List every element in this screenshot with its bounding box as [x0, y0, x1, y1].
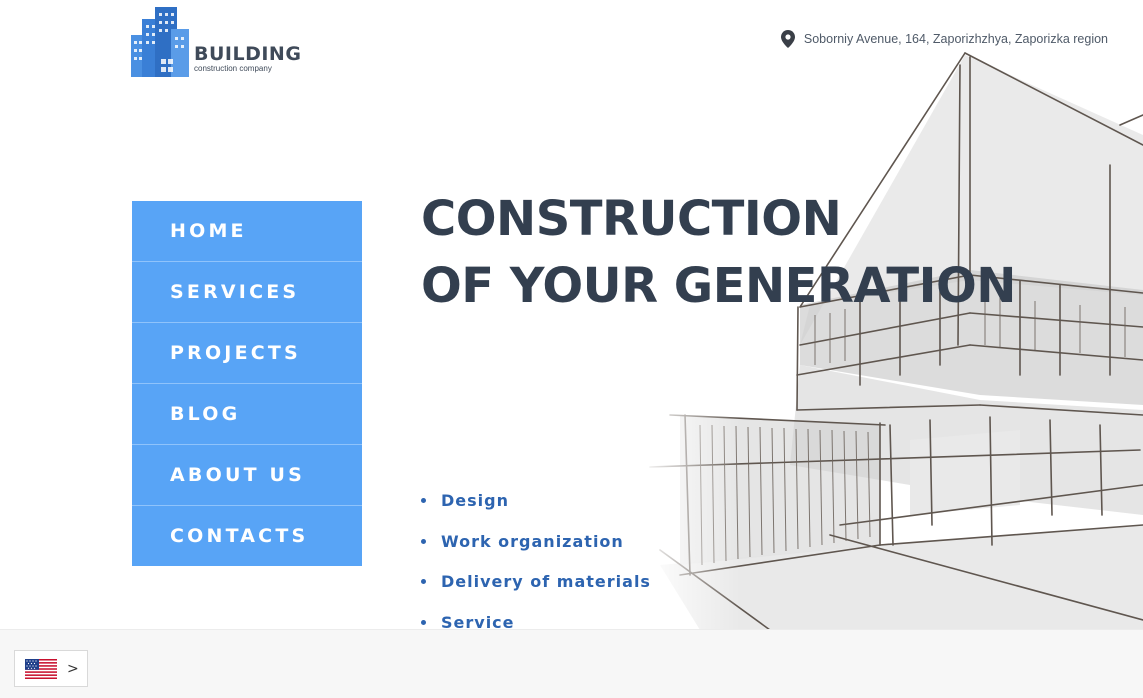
bullet-icon [421, 579, 426, 585]
main-nav: HOME SERVICES PROJECTS BLOG ABOUT US CON… [132, 201, 362, 566]
bullet-icon [421, 497, 426, 503]
list-item: Delivery of materials [421, 561, 651, 602]
nav-item-label: CONTACTS [170, 525, 309, 547]
services-list: Design Work organization Delivery of mat… [421, 480, 651, 643]
brand-tagline: construction company [194, 64, 272, 73]
service-label: Design [441, 490, 509, 510]
service-label: Work organization [441, 531, 624, 551]
us-flag-icon [25, 658, 57, 679]
nav-item-services[interactable]: SERVICES [132, 262, 362, 323]
bullet-icon [421, 619, 426, 625]
nav-item-projects[interactable]: PROJECTS [132, 323, 362, 384]
bullet-icon [421, 538, 426, 544]
building-sketch-image [640, 45, 1143, 630]
hero-title-line-1: CONSTRUCTION [421, 191, 842, 247]
nav-item-label: PROJECTS [170, 342, 301, 364]
list-item: Work organization [421, 521, 651, 562]
address-text: Soborniy Avenue, 164, Zaporizhzhya, Zapo… [803, 32, 1108, 46]
list-item: Design [421, 480, 651, 521]
nav-item-label: BLOG [170, 403, 241, 425]
nav-item-label: SERVICES [170, 281, 300, 303]
hero-title: CONSTRUCTION OF YOUR GENERATION [421, 186, 1016, 320]
nav-item-label: HOME [170, 220, 247, 242]
language-selector[interactable]: > [14, 650, 88, 687]
footer-bar: > [0, 629, 1143, 698]
brand-name: BUILDING [194, 43, 302, 65]
nav-item-contacts[interactable]: CONTACTS [132, 506, 362, 566]
nav-item-about-us[interactable]: ABOUT US [132, 445, 362, 506]
hero-title-line-2: OF YOUR GENERATION [421, 258, 1016, 314]
service-label: Delivery of materials [441, 572, 651, 592]
logo[interactable]: BUILDING construction company [131, 3, 306, 77]
chevron-right-icon: > [67, 660, 79, 677]
nav-item-home[interactable]: HOME [132, 201, 362, 262]
building-logo-icon [131, 7, 189, 77]
nav-item-label: ABOUT US [170, 464, 306, 486]
nav-item-blog[interactable]: BLOG [132, 384, 362, 445]
